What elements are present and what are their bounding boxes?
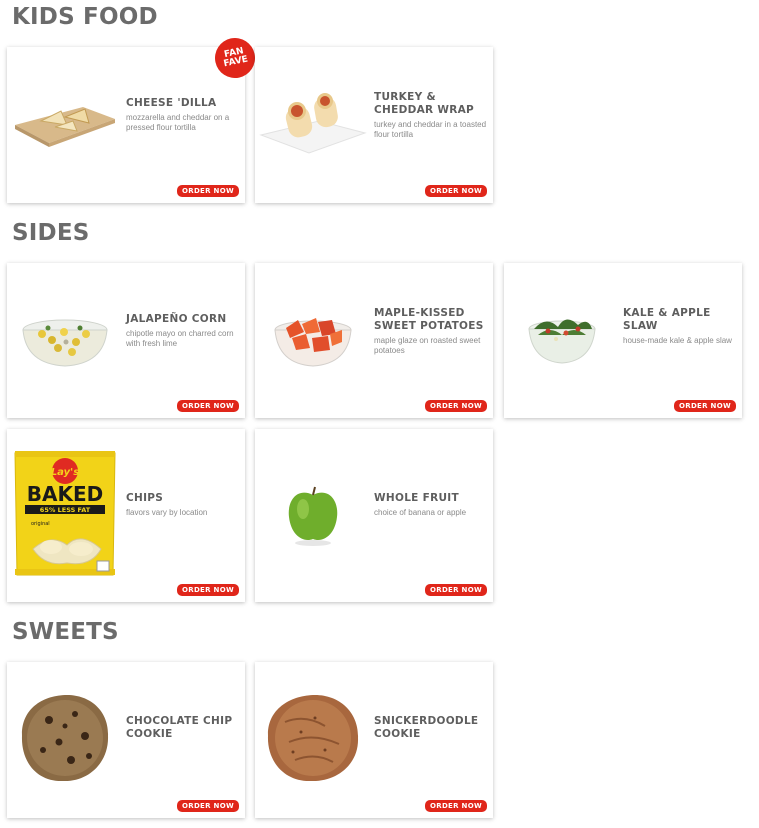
item-name: CHEESE 'DILLA <box>126 97 217 109</box>
fan-fave-badge: FAN FAVE <box>211 34 259 82</box>
item-description: chipotle mayo on charred corn with fresh… <box>126 329 234 348</box>
chips-flavor-text: original <box>31 521 50 527</box>
chips-title-text: BAKED <box>27 482 103 506</box>
item-info: KALE & APPLE SLAW house-made kale & appl… <box>623 307 739 346</box>
item-info: MAPLE-KISSED SWEET POTATOES maple glaze … <box>374 307 490 355</box>
order-now-button[interactable]: ORDER NOW <box>425 800 487 812</box>
order-now-button[interactable]: ORDER NOW <box>177 800 239 812</box>
item-info: TURKEY & CHEDDAR WRAP turkey and cheddar… <box>374 91 490 139</box>
order-now-button[interactable]: ORDER NOW <box>674 400 736 412</box>
item-description: house-made kale & apple slaw <box>623 336 732 345</box>
jalapeno-corn-image <box>9 305 121 375</box>
item-description: turkey and cheddar in a toasted flour to… <box>374 120 487 139</box>
order-now-button[interactable]: ORDER NOW <box>425 400 487 412</box>
menu-card-maple-kissed-sweet-potatoes[interactable]: MAPLE-KISSED SWEET POTATOES maple glaze … <box>255 263 493 418</box>
order-now-button[interactable]: ORDER NOW <box>177 584 239 596</box>
menu-card-cheese-dilla[interactable]: FAN FAVE CHEESE 'DILLA mozzarella and ch… <box>7 34 259 203</box>
order-now-button[interactable]: ORDER NOW <box>425 185 487 197</box>
item-info: CHOCOLATE CHIP COOKIE <box>126 715 242 741</box>
item-description: choice of banana or apple <box>374 508 467 517</box>
item-name: MAPLE-KISSED SWEET POTATOES <box>374 307 484 332</box>
order-now-button[interactable]: ORDER NOW <box>177 185 239 197</box>
menu-card-turkey-cheddar-wrap[interactable]: TURKEY & CHEDDAR WRAP turkey and cheddar… <box>255 47 493 203</box>
section-title-sides: SIDES <box>12 220 90 246</box>
kale-slaw-image <box>506 305 618 375</box>
menu-card-whole-fruit[interactable]: WHOLE FRUIT choice of banana or apple OR… <box>255 429 493 602</box>
item-name: JALAPEÑO CORN <box>126 313 227 325</box>
item-info: SNICKERDOODLE COOKIE <box>374 715 490 741</box>
menu-card-chips[interactable]: Lay's BAKED 65% LESS FAT original CHIPS … <box>7 429 245 602</box>
menu-card-kale-apple-slaw[interactable]: KALE & APPLE SLAW house-made kale & appl… <box>504 263 742 418</box>
snickerdoodle-cookie-image <box>257 690 369 786</box>
item-name: KALE & APPLE SLAW <box>623 307 711 332</box>
item-name: CHOCOLATE CHIP COOKIE <box>126 715 233 740</box>
item-name: CHIPS <box>126 492 164 504</box>
section-title-sweets: SWEETS <box>12 619 119 645</box>
item-name: WHOLE FRUIT <box>374 492 459 504</box>
chips-brand-text: Lay's <box>51 467 79 478</box>
chips-tagline-text: 65% LESS FAT <box>40 506 91 514</box>
menu-card-snickerdoodle-cookie[interactable]: SNICKERDOODLE COOKIE ORDER NOW <box>255 662 493 818</box>
item-description: maple glaze on roasted sweet potatoes <box>374 336 481 355</box>
baked-chips-bag-image: Lay's BAKED 65% LESS FAT original <box>9 449 121 579</box>
turkey-wrap-image <box>257 89 369 159</box>
green-apple-image <box>257 481 369 551</box>
item-info: CHIPS flavors vary by location <box>126 492 242 518</box>
menu-card-jalapeno-corn[interactable]: JALAPEÑO CORN chipotle mayo on charred c… <box>7 263 245 418</box>
item-name: SNICKERDOODLE COOKIE <box>374 715 479 740</box>
order-now-button[interactable]: ORDER NOW <box>177 400 239 412</box>
item-info: CHEESE 'DILLA mozzarella and cheddar on … <box>126 97 242 132</box>
sweet-potatoes-image <box>257 305 369 375</box>
cheese-dilla-image <box>9 87 121 157</box>
item-info: JALAPEÑO CORN chipotle mayo on charred c… <box>126 313 242 348</box>
item-description: mozzarella and cheddar on a pressed flou… <box>126 113 230 132</box>
item-description: flavors vary by location <box>126 508 208 517</box>
item-info: WHOLE FRUIT choice of banana or apple <box>374 492 490 518</box>
section-title-kids-food: KIDS FOOD <box>12 4 158 30</box>
menu-card-chocolate-chip-cookie[interactable]: CHOCOLATE CHIP COOKIE ORDER NOW <box>7 662 245 818</box>
item-name: TURKEY & CHEDDAR WRAP <box>374 91 475 116</box>
order-now-button[interactable]: ORDER NOW <box>425 584 487 596</box>
chocolate-chip-cookie-image <box>9 690 121 786</box>
